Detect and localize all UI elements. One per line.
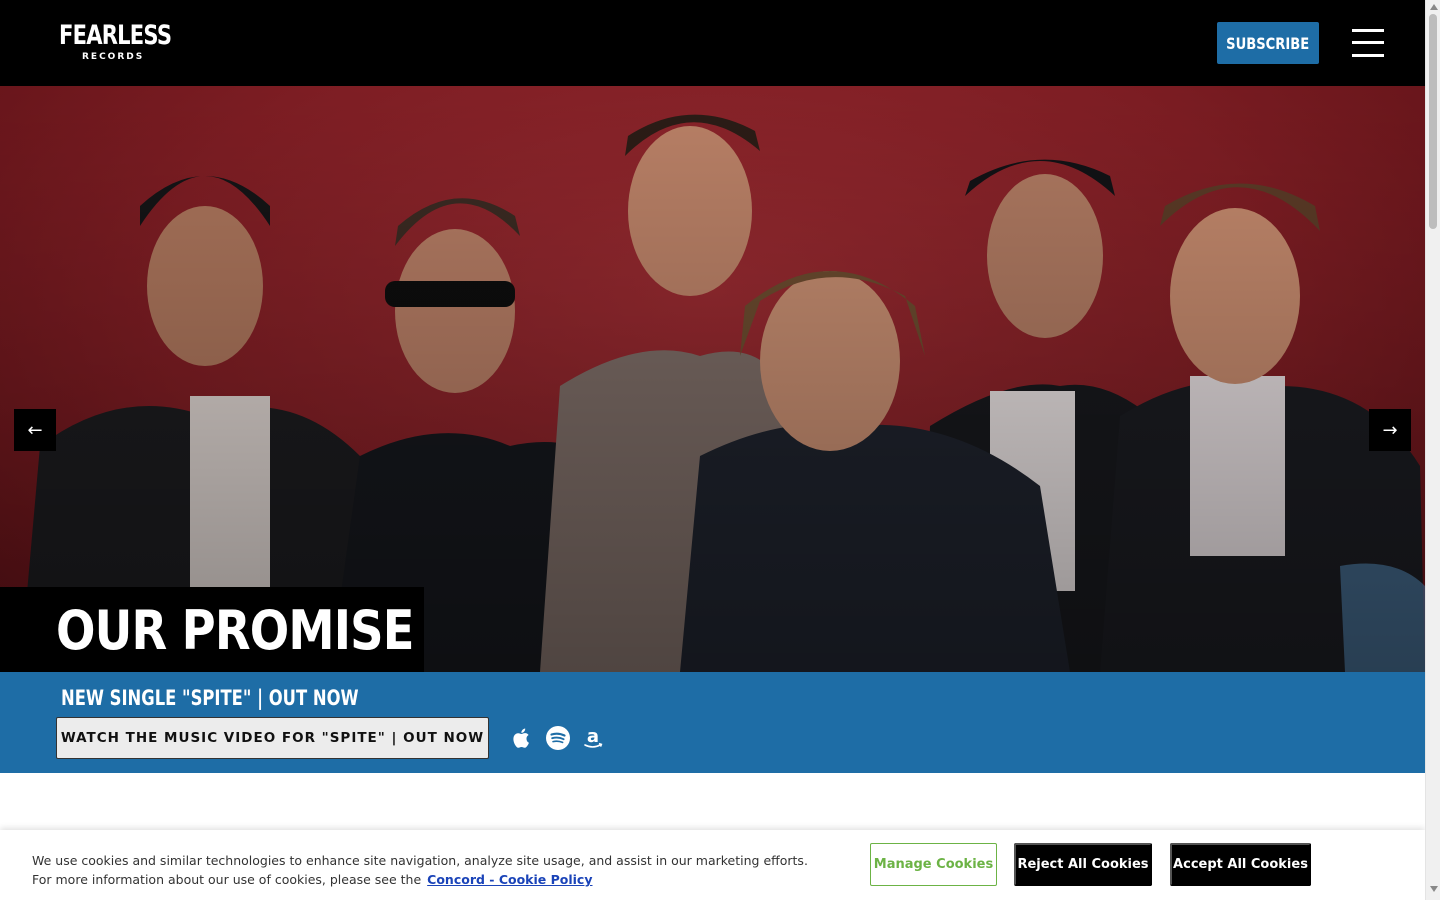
logo-wordmark: FEARLESS xyxy=(59,20,172,51)
vertical-scrollbar[interactable] xyxy=(1425,0,1440,900)
subscribe-label: SUBSCRIBE xyxy=(1226,33,1310,53)
hero-carousel: ← → OUR PROMISE xyxy=(0,86,1425,672)
cookie-message: We use cookies and similar technologies … xyxy=(32,851,832,889)
watch-video-button[interactable]: WATCH THE MUSIC VIDEO FOR "SPITE" | OUT … xyxy=(56,717,489,759)
carousel-prev-button[interactable]: ← xyxy=(14,409,56,451)
cookie-text-line2: For more information about our use of co… xyxy=(32,872,422,887)
apple-music-icon[interactable] xyxy=(509,725,535,751)
scroll-down-icon[interactable] xyxy=(1430,886,1438,892)
page: FEARLESS RECORDS SUBSCRIBE ← → OUR PROMI… xyxy=(0,0,1425,900)
manage-cookies-button[interactable]: Manage Cookies xyxy=(870,843,997,886)
carousel-next-button[interactable]: → xyxy=(1369,409,1411,451)
cookie-policy-link[interactable]: Concord - Cookie Policy xyxy=(427,872,592,887)
hero-title: OUR PROMISE xyxy=(56,599,414,662)
scrollbar-thumb[interactable] xyxy=(1429,14,1437,229)
cookie-text-line2-wrap: For more information about our use of co… xyxy=(32,870,832,889)
site-header: FEARLESS RECORDS SUBSCRIBE xyxy=(0,0,1425,86)
hero-title-box: OUR PROMISE xyxy=(0,587,424,672)
subscribe-button[interactable]: SUBSCRIBE xyxy=(1217,22,1319,64)
arrow-left-icon: ← xyxy=(27,419,43,441)
fearless-records-logo[interactable]: FEARLESS RECORDS xyxy=(59,20,172,66)
accept-all-cookies-button[interactable]: Accept All Cookies xyxy=(1170,843,1311,886)
band-photo xyxy=(0,86,1425,672)
cookie-banner: We use cookies and similar technologies … xyxy=(0,830,1425,900)
spotify-icon[interactable] xyxy=(545,725,571,751)
svg-text:a: a xyxy=(587,726,599,747)
cookie-text-line1: We use cookies and similar technologies … xyxy=(32,853,808,868)
amazon-music-icon[interactable]: a xyxy=(580,725,606,751)
arrow-right-icon: → xyxy=(1382,419,1398,441)
reject-all-cookies-button[interactable]: Reject All Cookies xyxy=(1014,843,1152,886)
logo-subtext: RECORDS xyxy=(82,52,145,62)
release-band: NEW SINGLE "SPITE" | OUT NOW WATCH THE M… xyxy=(0,672,1425,773)
scroll-up-icon[interactable] xyxy=(1430,4,1438,10)
release-title: NEW SINGLE "SPITE" | OUT NOW xyxy=(61,686,359,710)
hamburger-menu-icon[interactable] xyxy=(1352,27,1384,59)
